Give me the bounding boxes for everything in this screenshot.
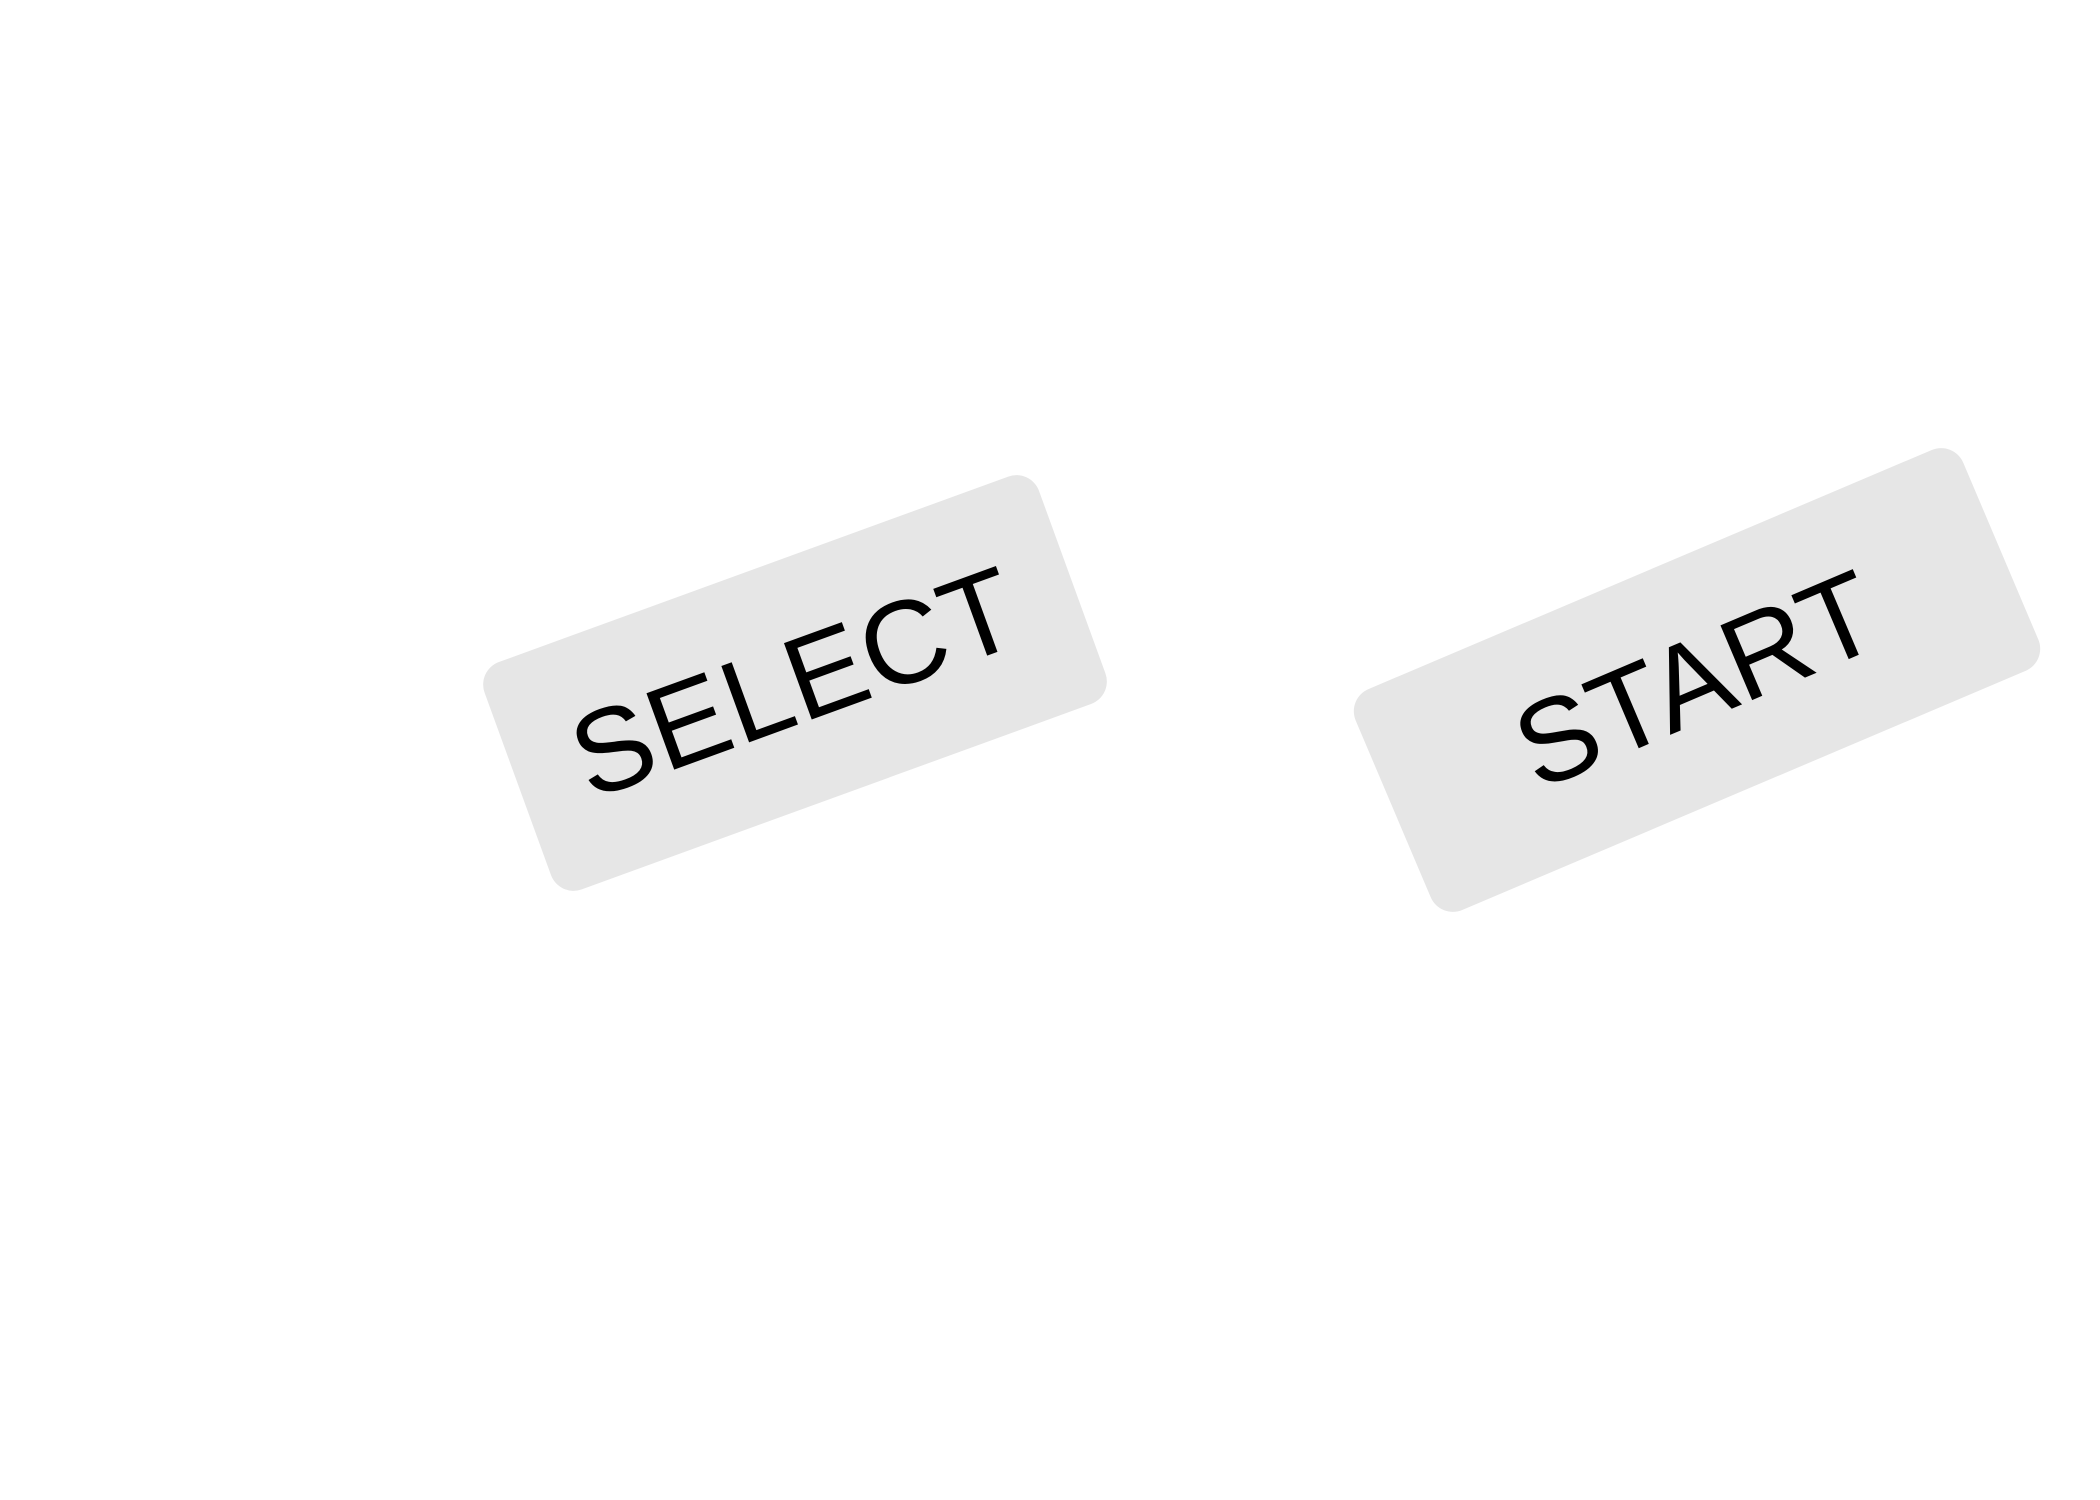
start-button-label: START <box>1495 544 1899 816</box>
select-button[interactable]: SELECT <box>476 468 1114 898</box>
select-button-label: SELECT <box>553 541 1037 825</box>
screen: { "controls": { "select_label": "SELECT"… <box>0 0 2100 1500</box>
start-button[interactable]: START <box>1346 440 2048 920</box>
